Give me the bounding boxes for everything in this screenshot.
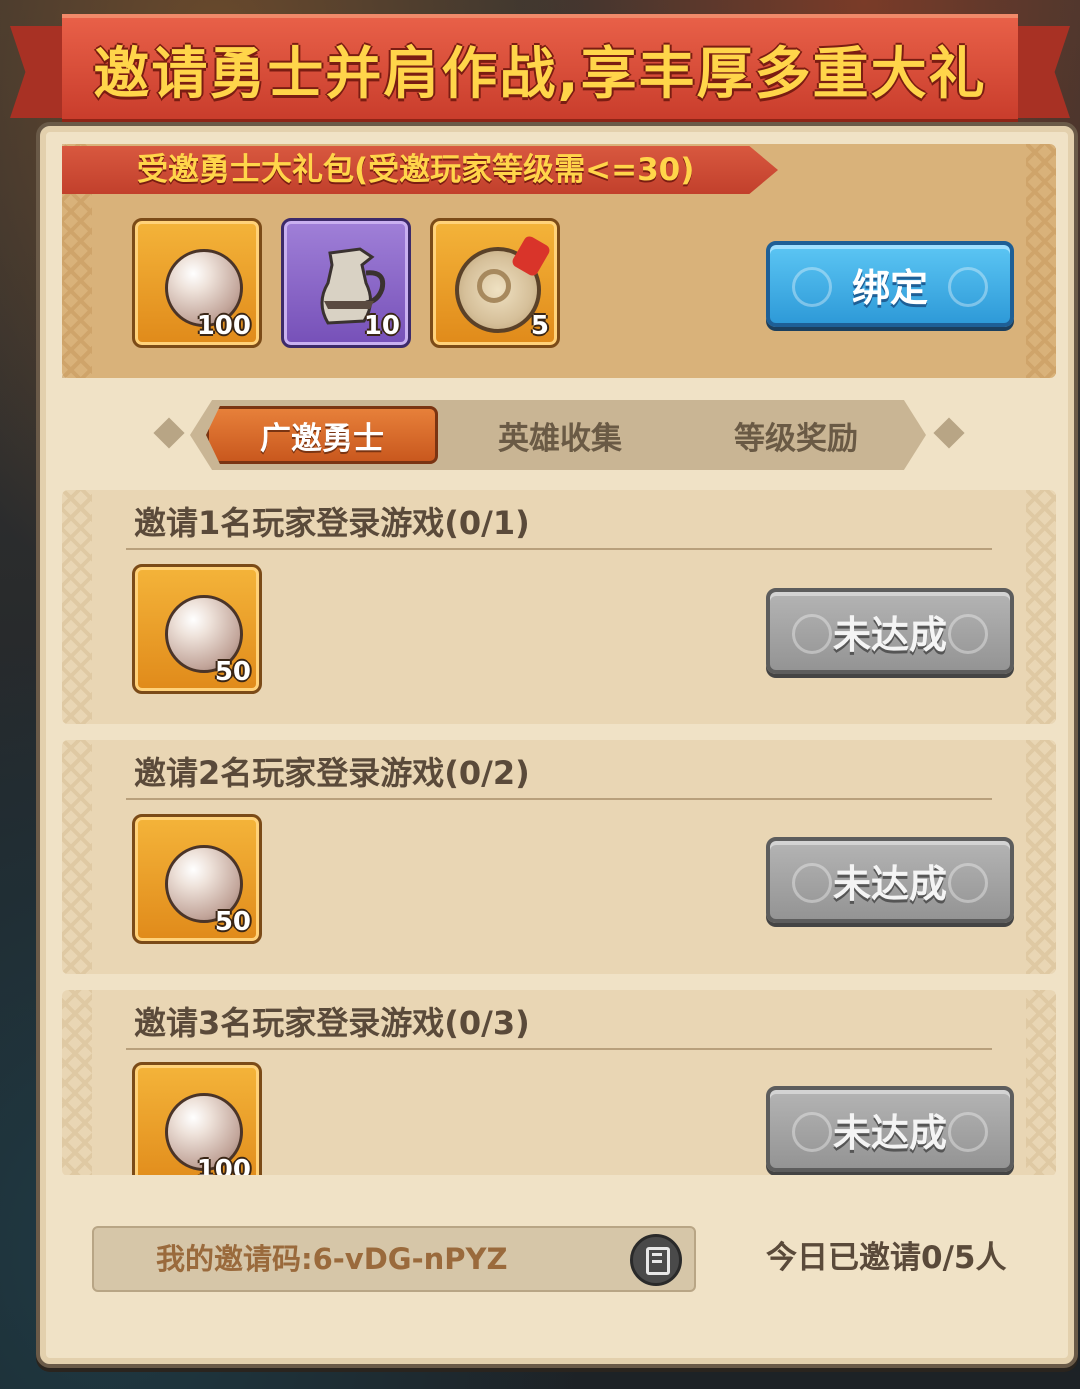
swirl-decoration — [948, 863, 988, 903]
not-achieved-button[interactable]: 未达成 — [766, 837, 1014, 923]
page-title: 邀请勇士并肩作战,享丰厚多重大礼 — [93, 41, 987, 107]
button-label: 未达成 — [832, 1110, 947, 1155]
button-label: 未达成 — [832, 612, 947, 657]
tab-invite-warriors[interactable]: 广邀勇士 — [206, 406, 438, 464]
divider — [126, 548, 992, 550]
zigzag-pattern — [1026, 490, 1056, 724]
task-reward-item[interactable]: 50 — [132, 564, 262, 694]
bind-button[interactable]: 绑定 — [766, 241, 1014, 327]
swirl-decoration — [948, 614, 988, 654]
divider — [126, 798, 992, 800]
task-title: 邀请3名玩家登录游戏(0/3) — [134, 1004, 530, 1042]
zigzag-pattern — [1026, 144, 1056, 378]
invite-code-label: 我的邀请码:6-vDG-nPYZ — [156, 1242, 508, 1276]
gift-banner-label: 受邀勇士大礼包(受邀玩家等级需<=30) — [137, 152, 695, 188]
gift-item-food[interactable]: 5 — [430, 218, 560, 348]
tab-level-rewards[interactable]: 等级奖励 — [680, 406, 912, 464]
scroll-clip — [62, 1175, 1056, 1215]
swirl-decoration — [792, 1112, 832, 1152]
item-quantity: 100 — [196, 311, 251, 341]
swirl-decoration — [792, 267, 832, 307]
item-quantity: 5 — [530, 311, 549, 341]
button-label: 未达成 — [832, 861, 947, 906]
not-achieved-button[interactable]: 未达成 — [766, 588, 1014, 674]
divider — [126, 1048, 992, 1050]
invite-code-bar: 我的邀请码:6-vDG-nPYZ — [92, 1226, 696, 1292]
swirl-decoration — [792, 614, 832, 654]
zigzag-pattern — [62, 740, 92, 974]
swirl-decoration — [948, 267, 988, 307]
zigzag-pattern — [1026, 740, 1056, 974]
tab-hero-collection[interactable]: 英雄收集 — [444, 406, 676, 464]
swirl-decoration — [948, 1112, 988, 1152]
today-invited-count: 今日已邀请0/5人 — [766, 1240, 1007, 1276]
swirl-decoration — [792, 863, 832, 903]
task-reward-item[interactable]: 50 — [132, 814, 262, 944]
bind-button-label: 绑定 — [851, 265, 928, 310]
zigzag-pattern — [62, 490, 92, 724]
zigzag-pattern — [1026, 990, 1056, 1176]
item-quantity: 50 — [214, 907, 251, 937]
gift-banner: 受邀勇士大礼包(受邀玩家等级需<=30) — [62, 146, 778, 194]
task-title: 邀请2名玩家登录游戏(0/2) — [134, 754, 530, 792]
title-ribbon: 邀请勇士并肩作战,享丰厚多重大礼 — [10, 14, 1070, 124]
task-title: 邀请1名玩家登录游戏(0/1) — [134, 504, 530, 542]
gift-item-jug[interactable]: 10 — [281, 218, 411, 348]
item-quantity: 10 — [363, 311, 400, 341]
not-achieved-button[interactable]: 未达成 — [766, 1086, 1014, 1172]
copy-icon[interactable] — [630, 1234, 682, 1286]
task-reward-item[interactable]: 100 — [132, 1062, 262, 1192]
zigzag-pattern — [62, 990, 92, 1176]
item-quantity: 50 — [214, 657, 251, 687]
gift-item-pearl[interactable]: 100 — [132, 218, 262, 348]
